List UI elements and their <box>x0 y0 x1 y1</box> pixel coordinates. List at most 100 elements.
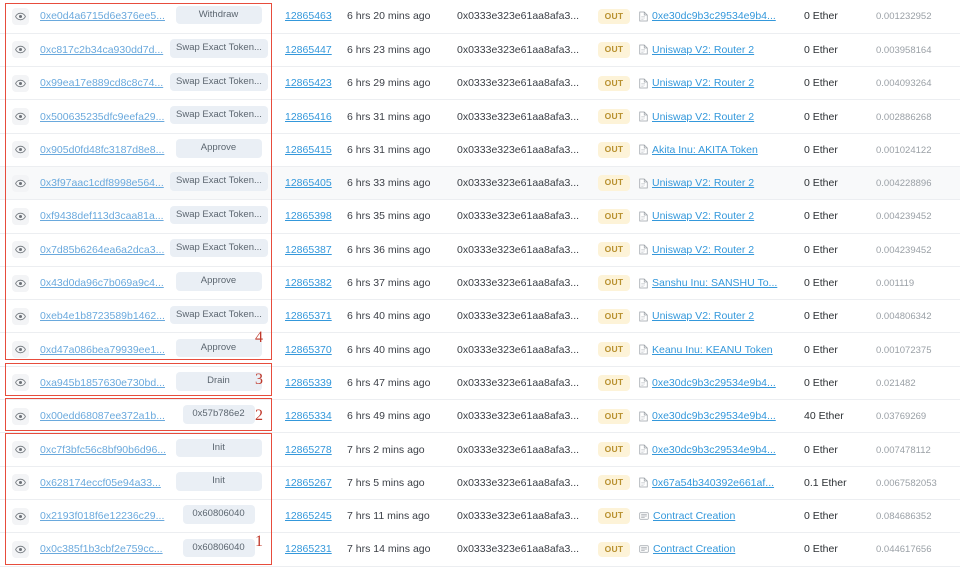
from-address[interactable]: 0x0333e323e61aa8afa3... <box>457 477 579 489</box>
txn-hash-link[interactable]: 0x905d0fd48fc3187d8e8... <box>40 144 164 156</box>
block-number-link[interactable]: 12865382 <box>285 277 332 289</box>
txn-hash-link[interactable]: 0xf9438def113d3caa81a... <box>40 210 164 222</box>
txn-hash-link[interactable]: 0xc7f3bfc56c8bf90b6d96... <box>40 444 166 456</box>
eye-icon[interactable] <box>11 474 29 492</box>
from-address[interactable]: 0x0333e323e61aa8afa3... <box>457 344 579 356</box>
txn-hash-link[interactable]: 0x2193f018f6e12236c29... <box>40 510 164 522</box>
to-address-link[interactable]: Uniswap V2: Router 2 <box>652 177 754 189</box>
txn-hash-link[interactable]: 0x7d85b6264ea6a2dca3... <box>40 244 164 256</box>
table-row[interactable]: 0x3f97aac1cdf8998e564... Swap Exact Token… <box>0 166 960 200</box>
txn-hash-link[interactable]: 0x500635235dfc9eefa29... <box>40 111 164 123</box>
to-address-link[interactable]: Uniswap V2: Router 2 <box>652 44 754 56</box>
from-address[interactable]: 0x0333e323e61aa8afa3... <box>457 77 579 89</box>
txn-hash-link[interactable]: 0x628174eccf05e94a33... <box>40 477 161 489</box>
table-row[interactable]: 0xf9438def113d3caa81a... Swap Exact Token… <box>0 199 960 234</box>
method-badge[interactable]: Swap Exact Token... <box>170 305 268 325</box>
eye-icon[interactable] <box>11 174 29 192</box>
from-address[interactable]: 0x0333e323e61aa8afa3... <box>457 410 579 422</box>
block-number-link[interactable]: 12865371 <box>285 310 332 322</box>
to-address-link[interactable]: Contract Creation <box>653 543 735 555</box>
table-row[interactable]: 0x0c385f1b3cbf2e759cc... 0x60806040 128652… <box>0 532 960 567</box>
to-address-link[interactable]: 0x67a54b340392e661af... <box>652 477 774 489</box>
txn-hash-link[interactable]: 0xa945b1857630e730bd... <box>40 377 165 389</box>
block-number-link[interactable]: 12865231 <box>285 543 332 555</box>
block-number-link[interactable]: 12865447 <box>285 44 332 56</box>
to-address-link[interactable]: Keanu Inu: KEANU Token <box>652 344 773 356</box>
from-address[interactable]: 0x0333e323e61aa8afa3... <box>457 111 579 123</box>
to-address-link[interactable]: Akita Inu: AKITA Token <box>652 144 758 156</box>
to-address-link[interactable]: 0xe30dc9b3c29534e9b4... <box>652 10 776 22</box>
eye-icon[interactable] <box>11 141 29 159</box>
table-row[interactable]: 0xe0d4a6715d6e376ee5... Withdraw 12865463 6… <box>0 0 960 34</box>
method-badge[interactable]: Swap Exact Token... <box>170 105 268 125</box>
block-number-link[interactable]: 12865405 <box>285 177 332 189</box>
method-badge[interactable]: Swap Exact Token... <box>170 239 268 258</box>
eye-icon[interactable] <box>11 341 29 359</box>
method-badge[interactable]: Init <box>175 438 262 458</box>
table-row[interactable]: 0x7d85b6264ea6a2dca3... Swap Exact Token.… <box>0 233 960 267</box>
block-number-link[interactable]: 12865423 <box>285 77 332 89</box>
table-row[interactable]: 0xa945b1857630e730bd... Drain 12865339 6 hr… <box>0 366 960 400</box>
table-row[interactable]: 0xc817c2b34ca930dd7d... Swap Exact Token.… <box>0 33 960 67</box>
method-badge[interactable]: 0x60806040 <box>182 538 255 558</box>
block-number-link[interactable]: 12865267 <box>285 477 332 489</box>
eye-icon[interactable] <box>11 207 29 225</box>
block-number-link[interactable]: 12865370 <box>285 344 332 356</box>
eye-icon[interactable] <box>11 307 29 325</box>
method-badge[interactable]: 0x57b786e2 <box>182 405 255 424</box>
block-number-link[interactable]: 12865416 <box>285 111 332 123</box>
from-address[interactable]: 0x0333e323e61aa8afa3... <box>457 44 579 56</box>
method-badge[interactable]: Swap Exact Token... <box>170 72 268 91</box>
txn-hash-link[interactable]: 0x99ea17e889cd8c8c74... <box>40 77 163 89</box>
table-row[interactable]: 0xc7f3bfc56c8bf90b6d96... Init 12865278 7 h… <box>0 432 960 467</box>
txn-hash-link[interactable]: 0x43d0da96c7b069a9c4... <box>40 277 164 289</box>
to-address-link[interactable]: 0xe30dc9b3c29534e9b4... <box>652 377 776 389</box>
to-address-link[interactable]: Uniswap V2: Router 2 <box>652 111 754 123</box>
eye-icon[interactable] <box>11 241 29 259</box>
table-row[interactable]: 0xd47a086bea79939ee1... Approve 12865370 6 … <box>0 332 960 367</box>
eye-icon[interactable] <box>11 41 29 59</box>
method-badge[interactable]: Swap Exact Token... <box>170 172 268 191</box>
eye-icon[interactable] <box>11 108 29 126</box>
txn-hash-link[interactable]: 0x0c385f1b3cbf2e759cc... <box>40 543 163 555</box>
eye-icon[interactable] <box>11 507 29 525</box>
to-address-link[interactable]: Uniswap V2: Router 2 <box>652 77 754 89</box>
eye-icon[interactable] <box>11 274 29 292</box>
table-row[interactable]: 0x00edd68087ee372a1b... 0x57b786e2 1286533… <box>0 399 960 433</box>
txn-hash-link[interactable]: 0x3f97aac1cdf8998e564... <box>40 177 164 189</box>
from-address[interactable]: 0x0333e323e61aa8afa3... <box>457 177 579 189</box>
table-row[interactable]: 0x99ea17e889cd8c8c74... Swap Exact Token.… <box>0 66 960 100</box>
table-row[interactable]: 0xeb4e1b8723589b1462... Swap Exact Token.… <box>0 299 960 333</box>
eye-icon[interactable] <box>11 441 29 458</box>
from-address[interactable]: 0x0333e323e61aa8afa3... <box>457 144 579 156</box>
block-number-link[interactable]: 12865387 <box>285 244 332 256</box>
table-row[interactable]: 0x2193f018f6e12236c29... 0x60806040 128652… <box>0 499 960 533</box>
from-address[interactable]: 0x0333e323e61aa8afa3... <box>457 10 579 22</box>
method-badge[interactable]: Init <box>175 472 262 491</box>
eye-icon[interactable] <box>11 407 29 425</box>
from-address[interactable]: 0x0333e323e61aa8afa3... <box>457 277 579 289</box>
to-address-link[interactable]: Uniswap V2: Router 2 <box>652 244 754 256</box>
to-address-link[interactable]: Contract Creation <box>653 510 735 522</box>
txn-hash-link[interactable]: 0xd47a086bea79939ee1... <box>40 344 165 356</box>
to-address-link[interactable]: Uniswap V2: Router 2 <box>652 310 754 322</box>
block-number-link[interactable]: 12865398 <box>285 210 332 222</box>
from-address[interactable]: 0x0333e323e61aa8afa3... <box>457 543 579 555</box>
from-address[interactable]: 0x0333e323e61aa8afa3... <box>457 444 579 456</box>
method-badge[interactable]: Drain <box>175 372 262 391</box>
table-row[interactable]: 0x500635235dfc9eefa29... Swap Exact Token… <box>0 99 960 134</box>
block-number-link[interactable]: 12865245 <box>285 510 332 522</box>
block-number-link[interactable]: 12865463 <box>285 10 332 22</box>
method-badge[interactable]: Approve <box>175 338 262 358</box>
txn-hash-link[interactable]: 0xe0d4a6715d6e376ee5... <box>40 10 165 22</box>
eye-icon[interactable] <box>11 540 29 558</box>
from-address[interactable]: 0x0333e323e61aa8afa3... <box>457 210 579 222</box>
method-badge[interactable]: Approve <box>175 272 262 291</box>
to-address-link[interactable]: 0xe30dc9b3c29534e9b4... <box>652 444 776 456</box>
block-number-link[interactable]: 12865415 <box>285 144 332 156</box>
eye-icon[interactable] <box>11 74 29 92</box>
block-number-link[interactable]: 12865334 <box>285 410 332 422</box>
block-number-link[interactable]: 12865339 <box>285 377 332 389</box>
from-address[interactable]: 0x0333e323e61aa8afa3... <box>457 310 579 322</box>
from-address[interactable]: 0x0333e323e61aa8afa3... <box>457 377 579 389</box>
